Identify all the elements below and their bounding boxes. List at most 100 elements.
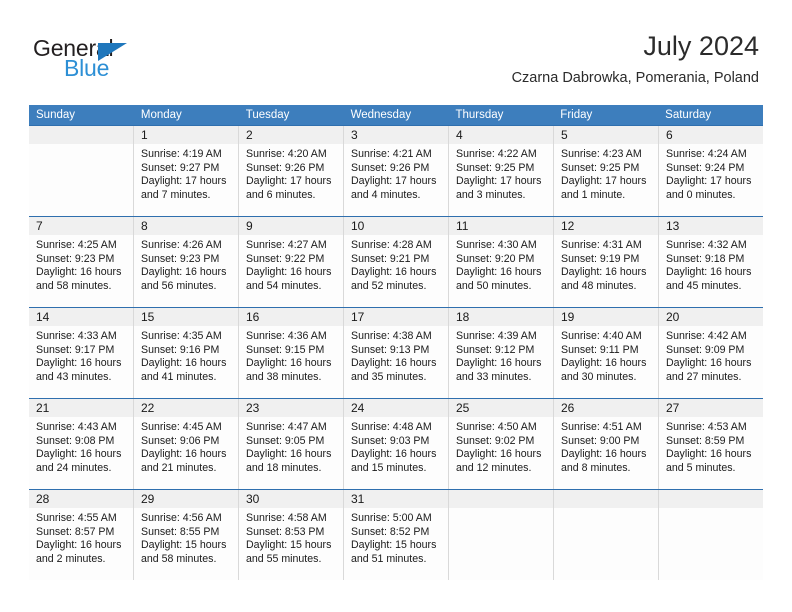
day-number: 7 [36, 219, 43, 233]
day-number: 28 [36, 492, 50, 506]
week-detail-band: Sunrise: 4:33 AM Sunset: 9:17 PM Dayligh… [29, 326, 763, 398]
day-number: 24 [343, 399, 448, 417]
calendar-grid: Sunday Monday Tuesday Wednesday Thursday… [29, 105, 763, 580]
sunset-text: Sunset: 9:12 PM [456, 343, 535, 356]
daylight-text: Daylight: 16 hours [36, 539, 122, 552]
day-cell: Sunrise: 4:38 AM Sunset: 9:13 PM Dayligh… [343, 326, 448, 398]
daylight-text-cont: and 50 minutes. [456, 279, 532, 292]
sunset-text: Sunset: 8:53 PM [246, 525, 325, 538]
title-block: July 2024 Czarna Dabrowka, Pomerania, Po… [512, 30, 759, 88]
daylight-text-cont: and 5 minutes. [666, 461, 736, 474]
day-number: 12 [553, 217, 658, 235]
day-number: 23 [238, 399, 343, 417]
daylight-text-cont: and 38 minutes. [246, 370, 322, 383]
sunrise-text: Sunrise: 4:50 AM [456, 421, 537, 433]
week-detail-band: Sunrise: 4:25 AM Sunset: 9:23 PM Dayligh… [29, 235, 763, 307]
daylight-text: Daylight: 17 hours [561, 175, 647, 188]
sunset-text: Sunset: 9:25 PM [456, 161, 535, 174]
day-cell [448, 508, 553, 580]
day-cell: Sunrise: 4:58 AM Sunset: 8:53 PM Dayligh… [238, 508, 343, 580]
daylight-text: Daylight: 17 hours [456, 175, 542, 188]
sunrise-text: Sunrise: 4:32 AM [666, 239, 747, 251]
sunrise-text: Sunrise: 4:48 AM [351, 421, 432, 433]
dow-wednesday: Wednesday [350, 109, 412, 121]
sunrise-text: Sunrise: 4:23 AM [561, 148, 642, 160]
daylight-text: Daylight: 16 hours [561, 448, 647, 461]
daylight-text-cont: and 3 minutes. [456, 188, 526, 201]
day-number: 16 [238, 308, 343, 326]
daylight-text: Daylight: 16 hours [36, 357, 122, 370]
day-cell: Sunrise: 4:28 AM Sunset: 9:21 PM Dayligh… [343, 235, 448, 307]
day-number: 18 [448, 308, 553, 326]
day-cell: Sunrise: 4:35 AM Sunset: 9:16 PM Dayligh… [133, 326, 238, 398]
daylight-text: Daylight: 16 hours [456, 357, 542, 370]
sunrise-text: Sunrise: 4:28 AM [351, 239, 432, 251]
location-subtitle: Czarna Dabrowka, Pomerania, Poland [511, 70, 759, 86]
sunrise-text: Sunrise: 4:56 AM [141, 512, 222, 524]
sunrise-text: Sunrise: 4:24 AM [666, 148, 747, 160]
sunrise-text: Sunrise: 4:45 AM [141, 421, 222, 433]
sunrise-text: Sunrise: 4:36 AM [246, 330, 327, 342]
daylight-text-cont: and 12 minutes. [456, 461, 532, 474]
daylight-text: Daylight: 16 hours [141, 266, 227, 279]
sunrise-text: Sunrise: 4:38 AM [351, 330, 432, 342]
day-number-band: 7 8 9 10 11 12 13 [29, 217, 763, 235]
daylight-text-cont: and 41 minutes. [141, 370, 217, 383]
day-cell: Sunrise: 4:42 AM Sunset: 9:09 PM Dayligh… [658, 326, 763, 398]
sunset-text: Sunset: 9:17 PM [36, 343, 115, 356]
sunset-text: Sunset: 9:13 PM [351, 343, 430, 356]
sunset-text: Sunset: 8:57 PM [36, 525, 115, 538]
daylight-text: Daylight: 17 hours [246, 175, 332, 188]
daylight-text-cont: and 48 minutes. [561, 279, 637, 292]
daylight-text-cont: and 7 minutes. [141, 188, 211, 201]
daylight-text-cont: and 51 minutes. [351, 552, 427, 565]
day-number: 8 [133, 217, 238, 235]
daylight-text-cont: and 15 minutes. [351, 461, 427, 474]
day-cell [553, 508, 658, 580]
sunset-text: Sunset: 9:23 PM [36, 252, 115, 265]
daylight-text: Daylight: 17 hours [666, 175, 752, 188]
calendar-week-row: 1 2 3 4 5 6 Sunrise: 4:19 AM Sunset: 9:2… [29, 125, 763, 216]
sunset-text: Sunset: 9:08 PM [36, 434, 115, 447]
daylight-text: Daylight: 15 hours [141, 539, 227, 552]
day-number: 21 [36, 401, 50, 415]
week-detail-band: Sunrise: 4:43 AM Sunset: 9:08 PM Dayligh… [29, 417, 763, 489]
day-number: 3 [343, 126, 448, 144]
day-number: 4 [448, 126, 553, 144]
sunset-text: Sunset: 9:11 PM [561, 343, 639, 356]
day-cell: Sunrise: 4:45 AM Sunset: 9:06 PM Dayligh… [133, 417, 238, 489]
day-cell: Sunrise: 4:33 AM Sunset: 9:17 PM Dayligh… [29, 326, 133, 398]
daylight-text: Daylight: 16 hours [666, 266, 752, 279]
sunset-text: Sunset: 9:22 PM [246, 252, 325, 265]
calendar-week-row: 21 22 23 24 25 26 27 Sunrise: 4:43 AM Su… [29, 398, 763, 489]
sunset-text: Sunset: 9:20 PM [456, 252, 535, 265]
day-number: 22 [133, 399, 238, 417]
daylight-text-cont: and 21 minutes. [141, 461, 217, 474]
sunrise-text: Sunrise: 4:43 AM [36, 421, 117, 433]
week-detail-band: Sunrise: 4:55 AM Sunset: 8:57 PM Dayligh… [29, 508, 763, 580]
daylight-text: Daylight: 17 hours [141, 175, 227, 188]
sunset-text: Sunset: 9:06 PM [141, 434, 220, 447]
daylight-text: Daylight: 16 hours [666, 448, 752, 461]
daylight-text: Daylight: 16 hours [351, 266, 437, 279]
daylight-text: Daylight: 16 hours [36, 266, 122, 279]
day-number-band: 14 15 16 17 18 19 20 [29, 308, 763, 326]
sunset-text: Sunset: 9:25 PM [561, 161, 640, 174]
sunset-text: Sunset: 9:19 PM [561, 252, 640, 265]
dow-tuesday: Tuesday [245, 109, 290, 121]
sunrise-text: Sunrise: 4:27 AM [246, 239, 327, 251]
sunset-text: Sunset: 9:26 PM [351, 161, 430, 174]
day-cell: Sunrise: 4:25 AM Sunset: 9:23 PM Dayligh… [29, 235, 133, 307]
dow-monday: Monday [140, 109, 182, 121]
daylight-text: Daylight: 16 hours [351, 448, 437, 461]
daylight-text: Daylight: 17 hours [351, 175, 437, 188]
day-number: 17 [343, 308, 448, 326]
day-number: 30 [238, 490, 343, 508]
day-cell: Sunrise: 4:50 AM Sunset: 9:02 PM Dayligh… [448, 417, 553, 489]
day-number: 27 [658, 399, 763, 417]
daylight-text: Daylight: 15 hours [246, 539, 332, 552]
page-title: July 2024 [643, 31, 759, 61]
day-number: 1 [133, 126, 238, 144]
daylight-text: Daylight: 16 hours [141, 448, 227, 461]
day-number [553, 490, 658, 508]
